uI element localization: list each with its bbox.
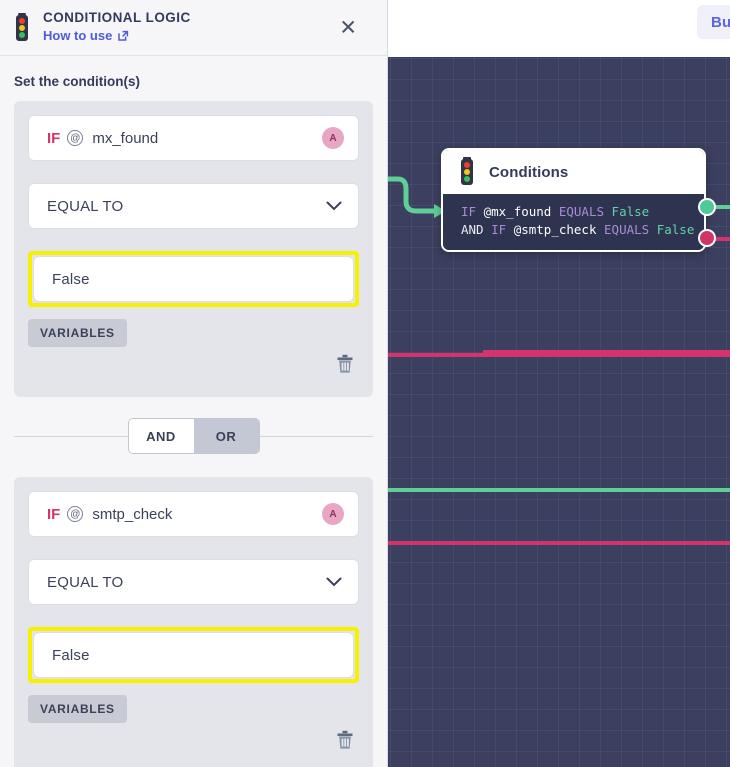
code-operator: EQUALS — [558, 204, 605, 219]
variable-field[interactable]: IF @ smtp_check A — [28, 491, 359, 537]
card-footer — [28, 723, 359, 759]
variable-name: mx_found — [92, 129, 159, 147]
traffic-light-icon — [14, 12, 30, 43]
panel-header: CONDITIONAL LOGIC How to use ✕ — [0, 0, 387, 56]
if-keyword: IF — [47, 129, 61, 147]
value-input[interactable]: False — [33, 632, 354, 678]
logic-toggle: AND OR — [14, 419, 373, 453]
code-value: False — [611, 204, 650, 219]
variables-chip[interactable]: VARIABLES — [28, 319, 127, 347]
page-title: CONDITIONAL LOGIC — [43, 10, 191, 25]
edge-pink-lower — [388, 541, 730, 545]
value-input[interactable]: False — [33, 256, 354, 302]
and-button[interactable]: AND — [128, 419, 194, 453]
operator-select[interactable]: EQUAL TO — [28, 183, 359, 229]
value-text: False — [52, 270, 90, 288]
code-value: False — [656, 222, 695, 237]
divider-right — [258, 435, 373, 437]
value-field-highlight: False — [28, 251, 359, 307]
avatar: A — [322, 503, 344, 525]
edge-green — [388, 488, 730, 492]
build-button[interactable]: Buil — [697, 5, 730, 39]
code-line-1: IF @mx_found EQUALS False — [461, 203, 704, 221]
edge-stub-green — [714, 205, 730, 209]
edge-pink-upper-offset — [483, 350, 730, 354]
operator-label: EQUAL TO — [47, 197, 124, 215]
node-title: Conditions — [489, 163, 569, 181]
variable-field[interactable]: IF @ mx_found A — [28, 115, 359, 161]
how-to-use-label: How to use — [43, 28, 113, 43]
trash-icon[interactable] — [335, 729, 355, 751]
at-symbol-icon: @ — [67, 506, 84, 522]
false-port[interactable] — [698, 229, 716, 247]
operator-select[interactable]: EQUAL TO — [28, 559, 359, 605]
traffic-light-icon — [459, 157, 475, 187]
operator-label: EQUAL TO — [47, 573, 124, 591]
chevron-down-icon — [326, 201, 342, 211]
code-variable: @smtp_check — [513, 222, 597, 237]
value-field-highlight: False — [28, 627, 359, 683]
value-text: False — [52, 646, 90, 664]
at-symbol-icon: @ — [67, 130, 84, 146]
avatar: A — [322, 127, 344, 149]
canvas-grid[interactable]: Conditions IF @mx_found EQUALS False AND… — [388, 57, 730, 767]
if-keyword: IF — [47, 505, 61, 523]
code-conjunction: AND — [461, 222, 484, 237]
card-footer — [28, 347, 359, 383]
chevron-down-icon — [326, 577, 342, 587]
code-keyword: IF — [461, 204, 477, 219]
condition-card: IF @ mx_found A EQUAL TO False VARIABLES — [14, 101, 373, 397]
or-button[interactable]: OR — [193, 419, 259, 453]
divider-left — [14, 435, 129, 437]
external-link-icon — [118, 30, 129, 41]
close-icon[interactable]: ✕ — [339, 17, 357, 38]
workflow-canvas[interactable]: Conditions IF @mx_found EQUALS False AND… — [388, 0, 730, 767]
condition-card: IF @ smtp_check A EQUAL TO False VARIABL… — [14, 477, 373, 767]
logic-toggle-group: AND OR — [128, 419, 259, 453]
code-variable: @mx_found — [483, 204, 552, 219]
section-title: Set the condition(s) — [14, 74, 140, 89]
variables-chip[interactable]: VARIABLES — [28, 695, 127, 723]
true-port[interactable] — [698, 198, 716, 216]
node-header: Conditions — [443, 150, 704, 194]
code-operator: EQUALS — [604, 222, 650, 237]
node-code-block: IF @mx_found EQUALS False AND IF @smtp_c… — [443, 194, 704, 250]
panel-header-text: CONDITIONAL LOGIC How to use — [43, 10, 191, 45]
code-keyword: IF — [491, 222, 507, 237]
conditions-node[interactable]: Conditions IF @mx_found EQUALS False AND… — [441, 148, 706, 252]
code-line-2: AND IF @smtp_check EQUALS False — [461, 221, 704, 239]
how-to-use-link[interactable]: How to use — [43, 28, 129, 43]
edge-stub-pink — [714, 237, 730, 241]
trash-icon[interactable] — [335, 353, 355, 375]
conditional-logic-panel: CONDITIONAL LOGIC How to use ✕ Set the c… — [0, 0, 388, 767]
canvas-topbar: Buil — [388, 0, 730, 57]
variable-name: smtp_check — [92, 505, 173, 523]
app-root: Conditions IF @mx_found EQUALS False AND… — [0, 0, 730, 767]
